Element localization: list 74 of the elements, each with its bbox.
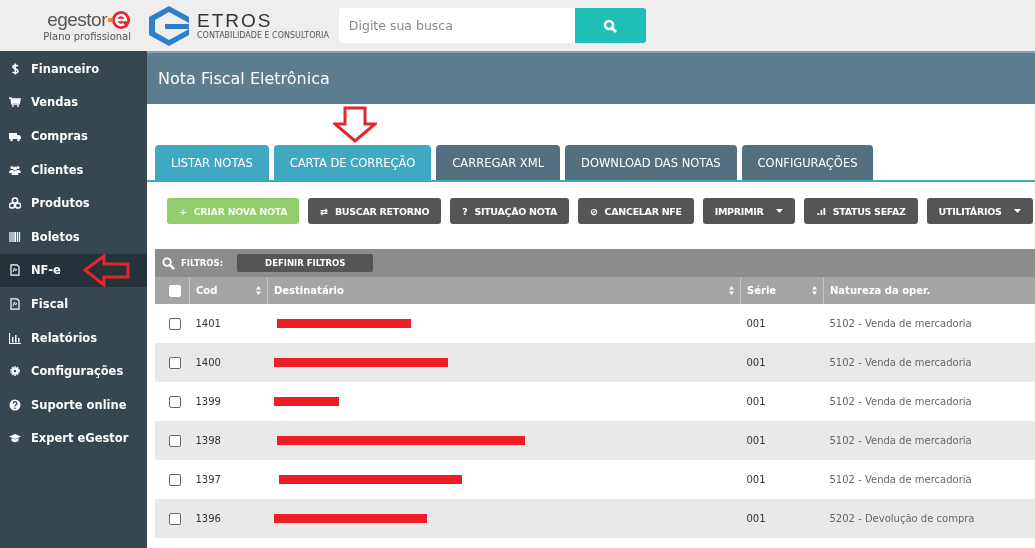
brand-logo: egestor bbox=[47, 9, 107, 30]
filters-label: FILTROS: bbox=[181, 258, 224, 268]
table-cell: 001 bbox=[746, 357, 766, 368]
row-checkbox[interactable] bbox=[169, 317, 181, 330]
sidebar-item[interactable]: Relatórios bbox=[0, 320, 147, 355]
barcode-icon bbox=[9, 230, 21, 243]
truck-icon bbox=[9, 130, 21, 142]
table-cell: 5102 - Venda de mercadoria bbox=[829, 318, 972, 329]
logo-mark-icon bbox=[107, 8, 131, 31]
tab[interactable]: CONFIGURAÇÕES bbox=[741, 145, 874, 180]
sidebar-item[interactable]: Financeiro bbox=[0, 52, 147, 86]
table-cell: 001 bbox=[746, 396, 766, 407]
document-icon bbox=[9, 297, 21, 310]
sidebar-item[interactable]: Boletos bbox=[0, 219, 147, 254]
cart-icon bbox=[9, 96, 21, 109]
table-cell: 1399 bbox=[195, 396, 221, 407]
table-cell: 001 bbox=[746, 513, 766, 524]
sidebar-item[interactable]: NF-e bbox=[0, 253, 147, 288]
table-cell: 001 bbox=[746, 435, 766, 446]
action-button[interactable]: UTILITÁRIOS bbox=[926, 198, 1034, 224]
document-icon bbox=[9, 264, 21, 277]
table-cell: 1398 bbox=[195, 435, 221, 446]
row-checkbox[interactable] bbox=[169, 473, 181, 486]
sort-icon bbox=[256, 286, 261, 295]
table-cell: 5102 - Venda de mercadoria bbox=[829, 474, 972, 485]
action-button[interactable]: ⇄ BUSCAR RETORNO bbox=[308, 198, 442, 224]
action-button[interactable]: .ıl STATUS SEFAZ bbox=[804, 198, 918, 224]
row-checkbox[interactable] bbox=[169, 434, 181, 447]
table-cell: 1400 bbox=[195, 357, 221, 368]
help-icon bbox=[9, 398, 21, 411]
sidebar-item[interactable]: Configurações bbox=[0, 354, 147, 388]
cubes-icon bbox=[9, 197, 21, 210]
action-button[interactable]: ? SITUAÇÃO NOTA bbox=[450, 198, 569, 224]
sidebar-item[interactable]: Vendas bbox=[0, 85, 147, 120]
sidebar-item[interactable]: Compras bbox=[0, 119, 147, 153]
arrow-annotation bbox=[333, 106, 377, 143]
table-cell: 001 bbox=[746, 474, 766, 485]
bar-chart-icon bbox=[9, 331, 21, 344]
table-cell: 1397 bbox=[195, 474, 221, 485]
table-cell: 5102 - Venda de mercadoria bbox=[829, 396, 972, 407]
arrow-annotation bbox=[82, 253, 131, 287]
sidebar-item[interactable]: Clientes bbox=[0, 152, 147, 187]
sidebar-item[interactable]: Fiscal bbox=[0, 287, 147, 321]
sidebar-item[interactable]: Suporte online bbox=[0, 387, 147, 422]
search-icon bbox=[603, 18, 618, 33]
tab[interactable]: DOWNLOAD DAS NOTAS bbox=[565, 145, 737, 180]
gear-icon bbox=[9, 365, 21, 378]
users-icon bbox=[9, 163, 21, 176]
table-cell: 1396 bbox=[195, 513, 221, 524]
dollar-icon bbox=[9, 62, 21, 75]
sidebar-item[interactable]: Expert eGestor bbox=[0, 421, 147, 456]
row-checkbox[interactable] bbox=[169, 512, 181, 525]
search-field[interactable]: Digite sua busca bbox=[338, 8, 575, 43]
table-cell: 5102 - Venda de mercadoria bbox=[829, 357, 972, 368]
table-cell: 001 bbox=[746, 318, 766, 329]
graduation-cap-icon bbox=[9, 432, 21, 445]
sort-icon bbox=[812, 286, 817, 295]
page-title: Nota Fiscal Eletrônica bbox=[158, 69, 330, 88]
partner-tagline: CONTABILIDADE E CONSULTORIA bbox=[197, 31, 329, 40]
table-cell: 1401 bbox=[195, 318, 221, 329]
tab[interactable]: CARREGAR XML bbox=[436, 145, 561, 180]
action-button[interactable]: IMPRIMIR bbox=[702, 198, 796, 224]
search-icon bbox=[162, 256, 175, 270]
select-all-checkbox[interactable] bbox=[169, 284, 181, 297]
action-button[interactable]: ⊘ CANCELAR NFE bbox=[577, 198, 694, 224]
define-filters-button[interactable]: DEFINIR FILTROS bbox=[237, 254, 374, 272]
table-cell: 5202 - Devolução de compra bbox=[829, 513, 975, 524]
table-cell: 5102 - Venda de mercadoria bbox=[829, 435, 972, 446]
sidebar-item[interactable]: Produtos bbox=[0, 186, 147, 220]
row-checkbox[interactable] bbox=[169, 395, 181, 408]
partner-logo: ETROS bbox=[197, 11, 274, 31]
sort-icon bbox=[729, 286, 734, 295]
plan-label: Plano profissional bbox=[43, 30, 131, 43]
row-checkbox[interactable] bbox=[169, 356, 181, 369]
